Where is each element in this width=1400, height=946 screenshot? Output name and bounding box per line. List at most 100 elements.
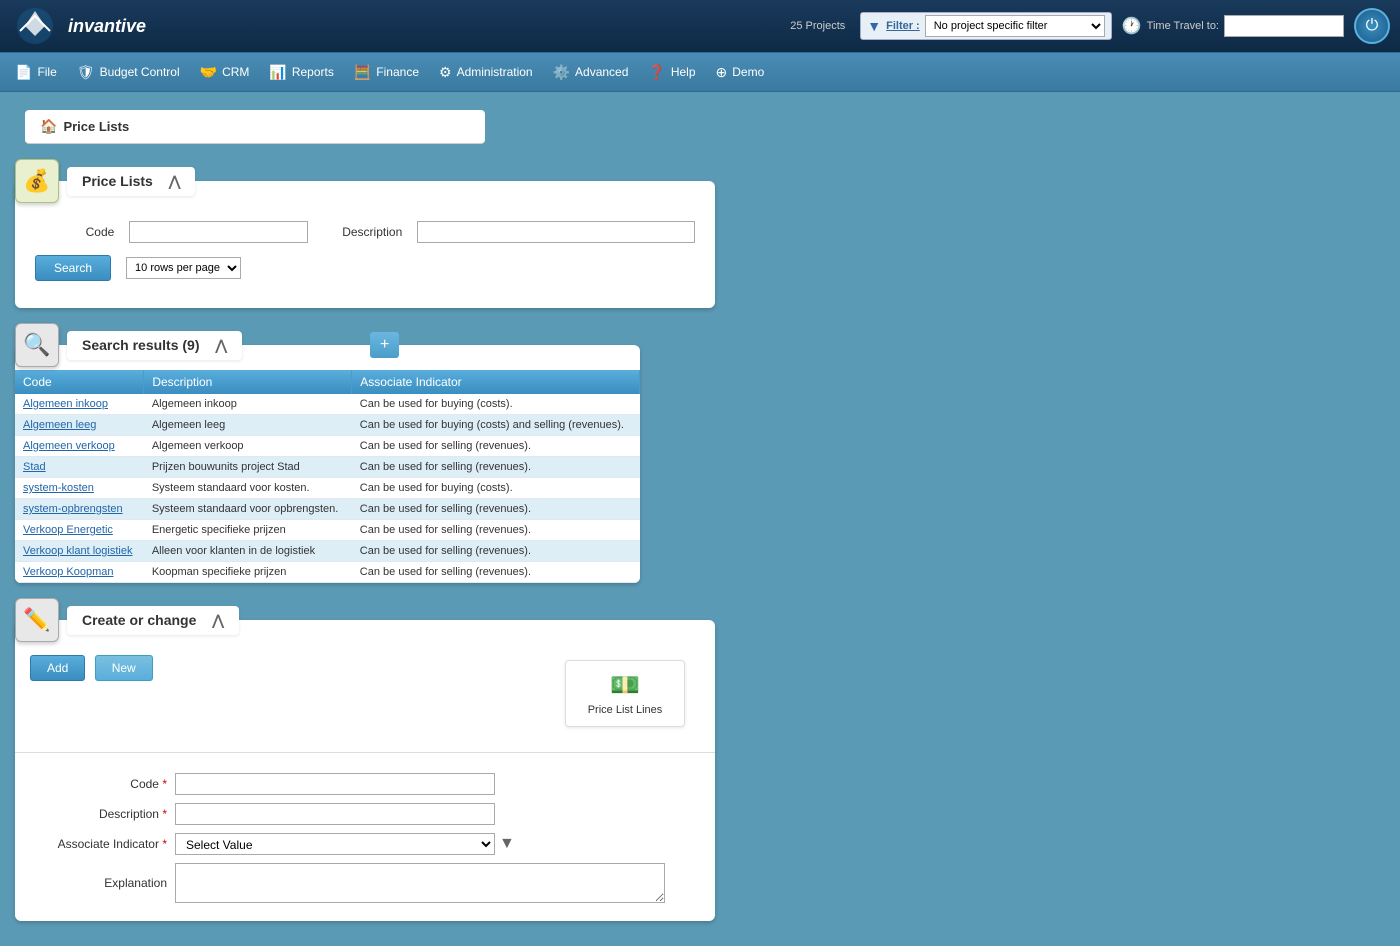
reports-icon: 📊	[269, 64, 286, 81]
create-description-input[interactable]	[175, 803, 495, 825]
nav-item-reports[interactable]: 📊 Reports	[259, 59, 343, 86]
create-section-header: ✏️ Create or change ⋀	[15, 598, 1385, 642]
code-link[interactable]: system-opbrengsten	[23, 503, 123, 515]
nav-label-file: File	[37, 65, 56, 79]
cell-code[interactable]: Verkoop Koopman	[15, 562, 144, 583]
filter-select[interactable]: No project specific filter	[925, 15, 1105, 37]
cell-code[interactable]: Verkoop Energetic	[15, 520, 144, 541]
nav-item-crm[interactable]: 🤝 CRM	[190, 59, 260, 86]
price-list-lines-box[interactable]: 💵 Price List Lines	[565, 660, 685, 727]
logo-icon	[10, 6, 60, 46]
table-row[interactable]: Verkoop klant logistiek Alleen voor klan…	[15, 541, 640, 562]
nav-item-advanced[interactable]: ⚙️ Advanced	[543, 59, 639, 86]
nav-item-help[interactable]: ❓ Help	[638, 59, 705, 86]
description-label: Description	[323, 225, 402, 239]
cell-indicator: Can be used for buying (costs).	[352, 478, 640, 499]
select-dropdown-icon: ▼	[499, 835, 515, 853]
search-section-header: 💰 Price Lists ⋀	[15, 159, 1385, 203]
code-input[interactable]	[129, 221, 308, 243]
time-travel-input[interactable]	[1224, 15, 1344, 37]
code-link[interactable]: Verkoop Koopman	[23, 566, 114, 578]
filter-icon: ▼	[867, 18, 881, 34]
cell-code[interactable]: system-opbrengsten	[15, 499, 144, 520]
cell-description: Systeem standaard voor kosten.	[144, 478, 352, 499]
results-section-title: Search results (9)	[82, 337, 200, 353]
time-travel-area: 🕐 Time Travel to:	[1122, 15, 1344, 37]
nav-label-crm: CRM	[222, 65, 249, 79]
code-link[interactable]: Algemeen verkoop	[23, 440, 115, 452]
top-right: 25 Projects ▼ Filter : No project specif…	[790, 8, 1390, 44]
create-collapse-btn[interactable]: ⋀	[212, 612, 223, 629]
cell-description: Koopman specifieke prijzen	[144, 562, 352, 583]
cell-indicator: Can be used for selling (revenues).	[352, 541, 640, 562]
cell-code[interactable]: Algemeen leeg	[15, 415, 144, 436]
create-code-label: Code *	[35, 777, 175, 791]
results-add-icon[interactable]: +	[370, 332, 399, 358]
breadcrumb-title: Price Lists	[63, 119, 129, 134]
cell-description: Prijzen bouwunits project Stad	[144, 457, 352, 478]
file-icon: 📄	[15, 64, 32, 81]
nav-item-finance[interactable]: 🧮 Finance	[344, 59, 429, 86]
search-form: Code Description Search 10 rows per page…	[15, 206, 715, 308]
results-collapse-btn[interactable]: ⋀	[216, 337, 227, 354]
nav-label-finance: Finance	[376, 65, 419, 79]
table-row[interactable]: Algemeen inkoop Algemeen inkoop Can be u…	[15, 394, 640, 415]
results-title-bar: Search results (9) ⋀	[67, 331, 242, 360]
description-input[interactable]	[417, 221, 695, 243]
nav-item-budget-control[interactable]: 🛡 Budget Control	[67, 59, 190, 86]
cell-code[interactable]: Stad	[15, 457, 144, 478]
crm-icon: 🤝	[200, 64, 217, 81]
filter-label[interactable]: Filter :	[886, 20, 920, 32]
col-header-description: Description	[144, 370, 352, 394]
search-collapse-btn[interactable]: ⋀	[169, 173, 180, 190]
create-code-row: Code *	[35, 773, 695, 795]
indicator-required: *	[162, 837, 167, 851]
demo-icon: ⊕	[716, 64, 728, 81]
cell-indicator: Can be used for selling (revenues).	[352, 457, 640, 478]
code-link[interactable]: Verkoop klant logistiek	[23, 545, 132, 557]
new-button[interactable]: New	[95, 655, 153, 681]
search-button[interactable]: Search	[35, 255, 111, 281]
create-code-input[interactable]	[175, 773, 495, 795]
nav-item-administration[interactable]: ⚙ Administration	[429, 59, 543, 86]
nav-label-help: Help	[671, 65, 696, 79]
rows-per-page-select[interactable]: 10 rows per page 25 rows per page 50 row…	[126, 257, 241, 279]
nav-item-file[interactable]: 📄 File	[5, 59, 67, 86]
code-required: *	[162, 777, 167, 791]
cell-code[interactable]: Verkoop klant logistiek	[15, 541, 144, 562]
nav-bar: 📄 File 🛡 Budget Control 🤝 CRM 📊 Reports …	[0, 52, 1400, 92]
cell-code[interactable]: system-kosten	[15, 478, 144, 499]
search-section-wrapper: 💰 Price Lists ⋀ Code Description Search …	[15, 159, 1385, 308]
code-link[interactable]: Verkoop Energetic	[23, 524, 113, 536]
code-link[interactable]: system-kosten	[23, 482, 94, 494]
code-label: Code	[35, 225, 114, 239]
code-link[interactable]: Algemeen inkoop	[23, 398, 108, 410]
create-description-row: Description *	[35, 803, 695, 825]
create-indicator-row: Associate Indicator * Select Value Can b…	[35, 833, 695, 855]
results-table: Code Description Associate Indicator Alg…	[15, 370, 640, 583]
table-row[interactable]: Verkoop Energetic Energetic specifieke p…	[15, 520, 640, 541]
search-form-row2: Search 10 rows per page 25 rows per page…	[35, 255, 695, 281]
code-link[interactable]: Algemeen leeg	[23, 419, 96, 431]
table-row[interactable]: Algemeen leeg Algemeen leeg Can be used …	[15, 415, 640, 436]
table-row[interactable]: Stad Prijzen bouwunits project Stad Can …	[15, 457, 640, 478]
table-row[interactable]: system-opbrengsten Systeem standaard voo…	[15, 499, 640, 520]
add-button[interactable]: Add	[30, 655, 85, 681]
create-title-bar: Create or change ⋀	[67, 606, 239, 635]
create-icon: ✏️	[15, 598, 59, 642]
top-bar: invantive 25 Projects ▼ Filter : No proj…	[0, 0, 1400, 52]
power-button[interactable]: ⏻	[1354, 8, 1390, 44]
nav-item-demo[interactable]: ⊕ Demo	[706, 59, 775, 86]
cell-indicator: Can be used for selling (revenues).	[352, 520, 640, 541]
table-row[interactable]: Verkoop Koopman Koopman specifieke prijz…	[15, 562, 640, 583]
clock-icon: 🕐	[1122, 16, 1142, 36]
filter-area: ▼ Filter : No project specific filter	[860, 12, 1111, 40]
create-explanation-label: Explanation	[35, 876, 175, 890]
explanation-textarea[interactable]	[175, 863, 665, 903]
associate-indicator-select[interactable]: Select Value Can be used for buying (cos…	[175, 833, 495, 855]
table-row[interactable]: system-kosten Systeem standaard voor kos…	[15, 478, 640, 499]
table-row[interactable]: Algemeen verkoop Algemeen verkoop Can be…	[15, 436, 640, 457]
code-link[interactable]: Stad	[23, 461, 46, 473]
cell-code[interactable]: Algemeen inkoop	[15, 394, 144, 415]
cell-code[interactable]: Algemeen verkoop	[15, 436, 144, 457]
